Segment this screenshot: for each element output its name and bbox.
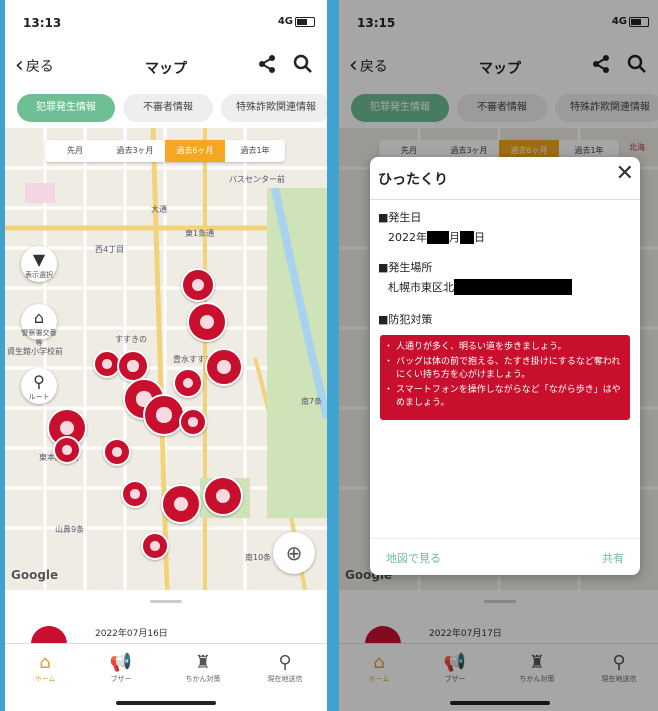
home-icon: ⌂ bbox=[39, 652, 51, 673]
nav-chikan[interactable]: ♜ ちかん対策 bbox=[173, 652, 233, 684]
nav-location[interactable]: ⚲ 現在地送信 bbox=[255, 652, 315, 684]
period-last-month[interactable]: 先月 bbox=[45, 140, 105, 162]
police-icon: ⌂ bbox=[33, 308, 45, 327]
route-icon: ⚲ bbox=[33, 372, 45, 391]
incident-marker[interactable] bbox=[187, 302, 227, 342]
incident-marker[interactable] bbox=[179, 408, 207, 436]
map-label: 南7条 bbox=[301, 397, 323, 406]
sheet-handle[interactable] bbox=[150, 600, 182, 603]
prevention-advice-box: 人通りが多く、明るい道を歩きましょう。 バッグは体の前で抱える、たすき掛けにする… bbox=[380, 335, 630, 420]
place-label: ■発生場所 bbox=[378, 261, 433, 274]
nav-buzzer[interactable]: 📢 ブザー bbox=[91, 652, 151, 684]
incident-marker[interactable] bbox=[143, 394, 185, 436]
map-label: 南10条 bbox=[245, 553, 272, 562]
incident-marker[interactable] bbox=[141, 532, 169, 560]
police-button[interactable]: ⌂ 警察署交番等 bbox=[21, 304, 57, 347]
map-label: バスセンター前 bbox=[229, 175, 285, 184]
date-value: 2022年 月 日 bbox=[388, 229, 485, 245]
place-value: 札幌市東区北 bbox=[388, 279, 572, 295]
signal-icon: 4G bbox=[277, 16, 293, 27]
redaction-box bbox=[427, 230, 449, 244]
place-text: 札幌市東区北 bbox=[388, 281, 454, 294]
current-location-button[interactable]: ⊕ bbox=[273, 532, 315, 574]
map-label: すすきの bbox=[115, 335, 147, 344]
status-time: 13:13 bbox=[23, 16, 62, 30]
screen-map: 13:13 4G ‹ 戻る マップ 犯罪発生情報 不審者情報 特殊詐欺関連情報 bbox=[5, 0, 327, 711]
category-tabs: 犯罪発生情報 不審者情報 特殊詐欺関連情報 bbox=[5, 94, 327, 124]
advice-item: バッグは体の前で抱える、たすき掛けにするなど奪われにくい持ち方を心がけましょう。 bbox=[384, 356, 624, 382]
status-bar: 13:13 4G bbox=[5, 0, 327, 40]
period-6-months[interactable]: 過去6ヶ月 bbox=[165, 140, 225, 162]
close-icon[interactable]: ✕ bbox=[616, 161, 634, 186]
period-3-months[interactable]: 過去3ヶ月 bbox=[105, 140, 165, 162]
tab-crime[interactable]: 犯罪発生情報 bbox=[17, 94, 115, 122]
redaction-box bbox=[454, 279, 572, 295]
screen-incident-detail: 13:15 4G ‹ 戻る マップ 犯罪発生情報 不審者情報 特殊詐欺関連情報 bbox=[339, 0, 658, 711]
tab-suspicious[interactable]: 不審者情報 bbox=[123, 94, 213, 122]
incident-marker[interactable] bbox=[205, 348, 243, 386]
display-filter-button[interactable]: ▼ 表示選択 bbox=[21, 246, 57, 282]
share-button[interactable]: 共有 bbox=[602, 550, 624, 566]
incident-marker[interactable] bbox=[203, 476, 243, 516]
nav-buzzer-label: ブザー bbox=[110, 675, 132, 683]
search-icon[interactable] bbox=[293, 54, 313, 74]
incident-marker[interactable] bbox=[161, 484, 201, 524]
incident-detail-modal: ひったくり ✕ ■発生日 2022年 月 日 ■発生場所 札幌市東区北 ■防犯対… bbox=[370, 157, 640, 575]
tab-fraud[interactable]: 特殊詐欺関連情報 bbox=[221, 94, 327, 122]
police-label: 警察署交番等 bbox=[21, 329, 57, 347]
modal-title: ひったくり bbox=[378, 172, 448, 188]
modal-footer: 地図で見る 共有 bbox=[370, 538, 640, 575]
display-filter-label: 表示選択 bbox=[25, 271, 53, 279]
bottom-nav: ⌂ ホーム 📢 ブザー ♜ ちかん対策 ⚲ 現在地送信 bbox=[5, 643, 327, 711]
nav-bar: ‹ 戻る マップ bbox=[5, 46, 327, 86]
filter-icon: ▼ bbox=[32, 250, 46, 269]
location-pin-icon: ⚲ bbox=[278, 652, 292, 673]
redaction-box bbox=[460, 230, 474, 244]
incident-marker[interactable] bbox=[181, 268, 215, 302]
incident-marker[interactable] bbox=[121, 480, 149, 508]
buzzer-icon: 📢 bbox=[109, 652, 133, 673]
map-label: 山鼻9条 bbox=[55, 525, 85, 534]
map-label: 西4丁目 bbox=[95, 245, 125, 254]
nav-chikan-label: ちかん対策 bbox=[185, 675, 221, 683]
page-title: マップ bbox=[145, 61, 187, 77]
date-year: 2022年 bbox=[388, 231, 427, 244]
period-1-year[interactable]: 過去1年 bbox=[225, 140, 285, 162]
incident-marker[interactable] bbox=[173, 368, 203, 398]
map-label: 大通 bbox=[151, 205, 167, 214]
battery-icon bbox=[295, 17, 315, 27]
google-logo: Google bbox=[11, 568, 59, 582]
nav-home-label: ホーム bbox=[34, 675, 56, 683]
advice-item: 人通りが多く、明るい道を歩きましょう。 bbox=[384, 341, 624, 354]
view-on-map-button[interactable]: 地図で見る bbox=[386, 550, 441, 566]
home-indicator bbox=[116, 701, 216, 705]
crosshair-icon: ⊕ bbox=[285, 541, 303, 565]
map-streets bbox=[5, 128, 327, 590]
period-selector: 先月 過去3ヶ月 過去6ヶ月 過去1年 bbox=[45, 140, 285, 162]
incident-marker[interactable] bbox=[103, 438, 131, 466]
advice-item: スマートフォンを操作しながらなど「ながら歩き」はやめましょう。 bbox=[384, 384, 624, 410]
prevention-label: ■防犯対策 bbox=[378, 313, 433, 326]
chikan-icon: ♜ bbox=[194, 652, 212, 673]
route-button[interactable]: ⚲ ルート bbox=[21, 368, 57, 404]
date-label: ■発生日 bbox=[378, 211, 422, 224]
date-month-unit: 月 bbox=[449, 231, 460, 244]
route-label: ルート bbox=[28, 393, 50, 401]
sheet-date: 2022年07月16日 bbox=[95, 629, 168, 639]
nav-location-label: 現在地送信 bbox=[267, 675, 303, 683]
share-icon[interactable] bbox=[257, 54, 277, 74]
divider bbox=[370, 199, 640, 200]
nav-home[interactable]: ⌂ ホーム bbox=[15, 652, 75, 684]
crime-map[interactable]: 先月 過去3ヶ月 過去6ヶ月 過去1年 バスセンター前 大通 西4丁目 東1条通… bbox=[5, 128, 327, 590]
incident-marker[interactable] bbox=[53, 436, 81, 464]
date-day-unit: 日 bbox=[474, 231, 485, 244]
map-label: 東1条通 bbox=[185, 229, 215, 238]
bottom-sheet[interactable]: 2022年07月16日 bbox=[5, 590, 327, 662]
